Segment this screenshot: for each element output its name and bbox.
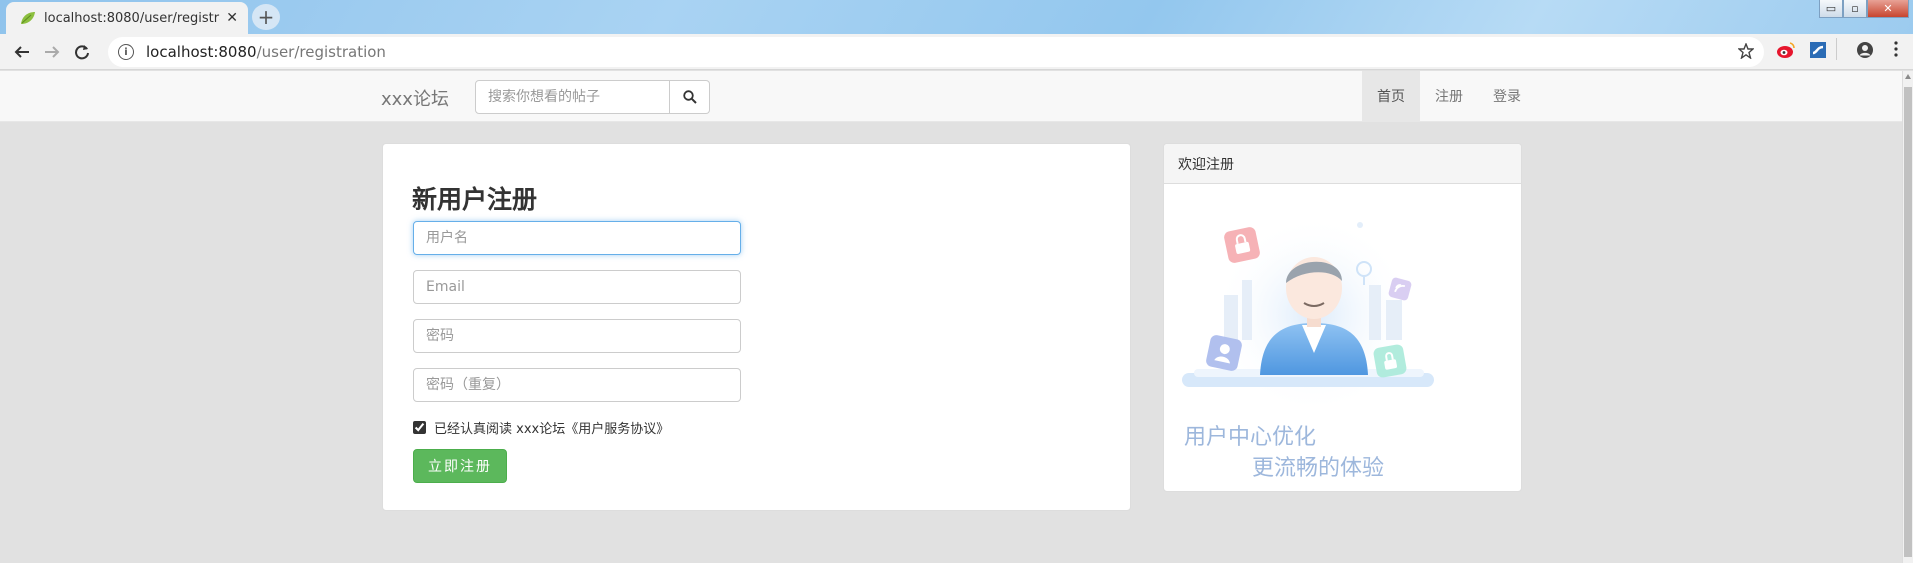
nav-links: 首页 注册 登录 xyxy=(1362,71,1536,121)
profile-icon[interactable] xyxy=(1856,41,1874,63)
arrow-right-icon xyxy=(45,45,60,58)
person-illustration-icon xyxy=(1182,205,1434,405)
maximize-button[interactable]: ▫ xyxy=(1843,0,1867,18)
registration-panel: 新用户注册 已经认真阅读 xxx论坛《用户服务协议》 立即注册 xyxy=(382,143,1131,511)
menu-kebab-icon[interactable] xyxy=(1894,41,1898,61)
nav-link-login[interactable]: 登录 xyxy=(1478,71,1536,121)
info-icon[interactable]: i xyxy=(118,44,134,60)
back-button[interactable] xyxy=(7,37,37,67)
slogan-line-2: 更流畅的体验 xyxy=(1252,456,1385,481)
extension-icon[interactable] xyxy=(1809,41,1827,63)
url-host: localhost:8080 xyxy=(146,43,257,61)
user-center-illustration: 用户中心优化 更流畅的体验 xyxy=(1164,185,1521,491)
minimize-button[interactable]: ▭ xyxy=(1819,0,1843,18)
page-scrollbar[interactable] xyxy=(1902,71,1913,563)
register-submit-button[interactable]: 立即注册 xyxy=(413,449,507,483)
registration-title: 新用户注册 xyxy=(412,185,538,214)
scroll-up-icon[interactable] xyxy=(1905,74,1911,79)
arrow-left-icon xyxy=(14,45,29,58)
email-input[interactable] xyxy=(413,270,741,304)
browser-toolbar: i localhost:8080/user/registration xyxy=(0,34,1913,70)
agreement-checkbox[interactable] xyxy=(413,421,426,434)
search-icon xyxy=(682,90,697,104)
window-controls: ▭ ▫ ✕ xyxy=(1819,0,1909,18)
new-tab-button[interactable]: + xyxy=(252,4,280,30)
browser-tabstrip: localhost:8080/user/registratic ✕ + ▭ ▫ … xyxy=(0,0,1913,34)
browser-tab[interactable]: localhost:8080/user/registratic ✕ xyxy=(6,2,248,34)
weibo-extension-icon[interactable] xyxy=(1776,41,1796,63)
site-navbar: xxx论坛 首页 注册 登录 xyxy=(0,71,1902,122)
forward-button[interactable] xyxy=(37,37,67,67)
nav-link-home[interactable]: 首页 xyxy=(1362,71,1420,121)
bookmark-star-icon[interactable] xyxy=(1737,42,1755,63)
leaf-icon xyxy=(20,10,36,26)
reload-icon xyxy=(75,44,89,59)
welcome-panel: 欢迎注册 用户中心优化 更流畅的体验 xyxy=(1163,143,1522,492)
search-form xyxy=(475,80,710,114)
welcome-heading: 欢迎注册 xyxy=(1164,144,1521,184)
agreement-label[interactable]: 已经认真阅读 xxx论坛《用户服务协议》 xyxy=(413,418,669,437)
username-input[interactable] xyxy=(413,221,741,255)
password-input[interactable] xyxy=(413,319,741,353)
scrollbar-thumb[interactable] xyxy=(1904,87,1912,557)
url-text: localhost:8080/user/registration xyxy=(146,43,386,61)
tab-close-icon[interactable]: ✕ xyxy=(226,10,238,26)
password-repeat-input[interactable] xyxy=(413,368,741,402)
agreement-text: 已经认真阅读 xxx论坛《用户服务协议》 xyxy=(434,422,670,437)
tab-title: localhost:8080/user/registratic xyxy=(44,10,220,26)
slogan-line-1: 用户中心优化 xyxy=(1184,425,1317,450)
nav-link-register[interactable]: 注册 xyxy=(1420,71,1478,121)
address-bar[interactable]: i localhost:8080/user/registration xyxy=(108,37,1764,67)
reload-button[interactable] xyxy=(67,37,97,67)
window-close-button[interactable]: ✕ xyxy=(1867,0,1909,18)
search-button[interactable] xyxy=(670,80,710,114)
search-input[interactable] xyxy=(475,80,670,114)
url-path: /user/registration xyxy=(256,43,386,61)
toolbar-divider xyxy=(1836,38,1837,60)
page-viewport: xxx论坛 首页 注册 登录 新用户注册 已经认真阅读 xxx论坛《用户服务协议… xyxy=(0,71,1902,563)
site-brand[interactable]: xxx论坛 xyxy=(381,85,449,111)
